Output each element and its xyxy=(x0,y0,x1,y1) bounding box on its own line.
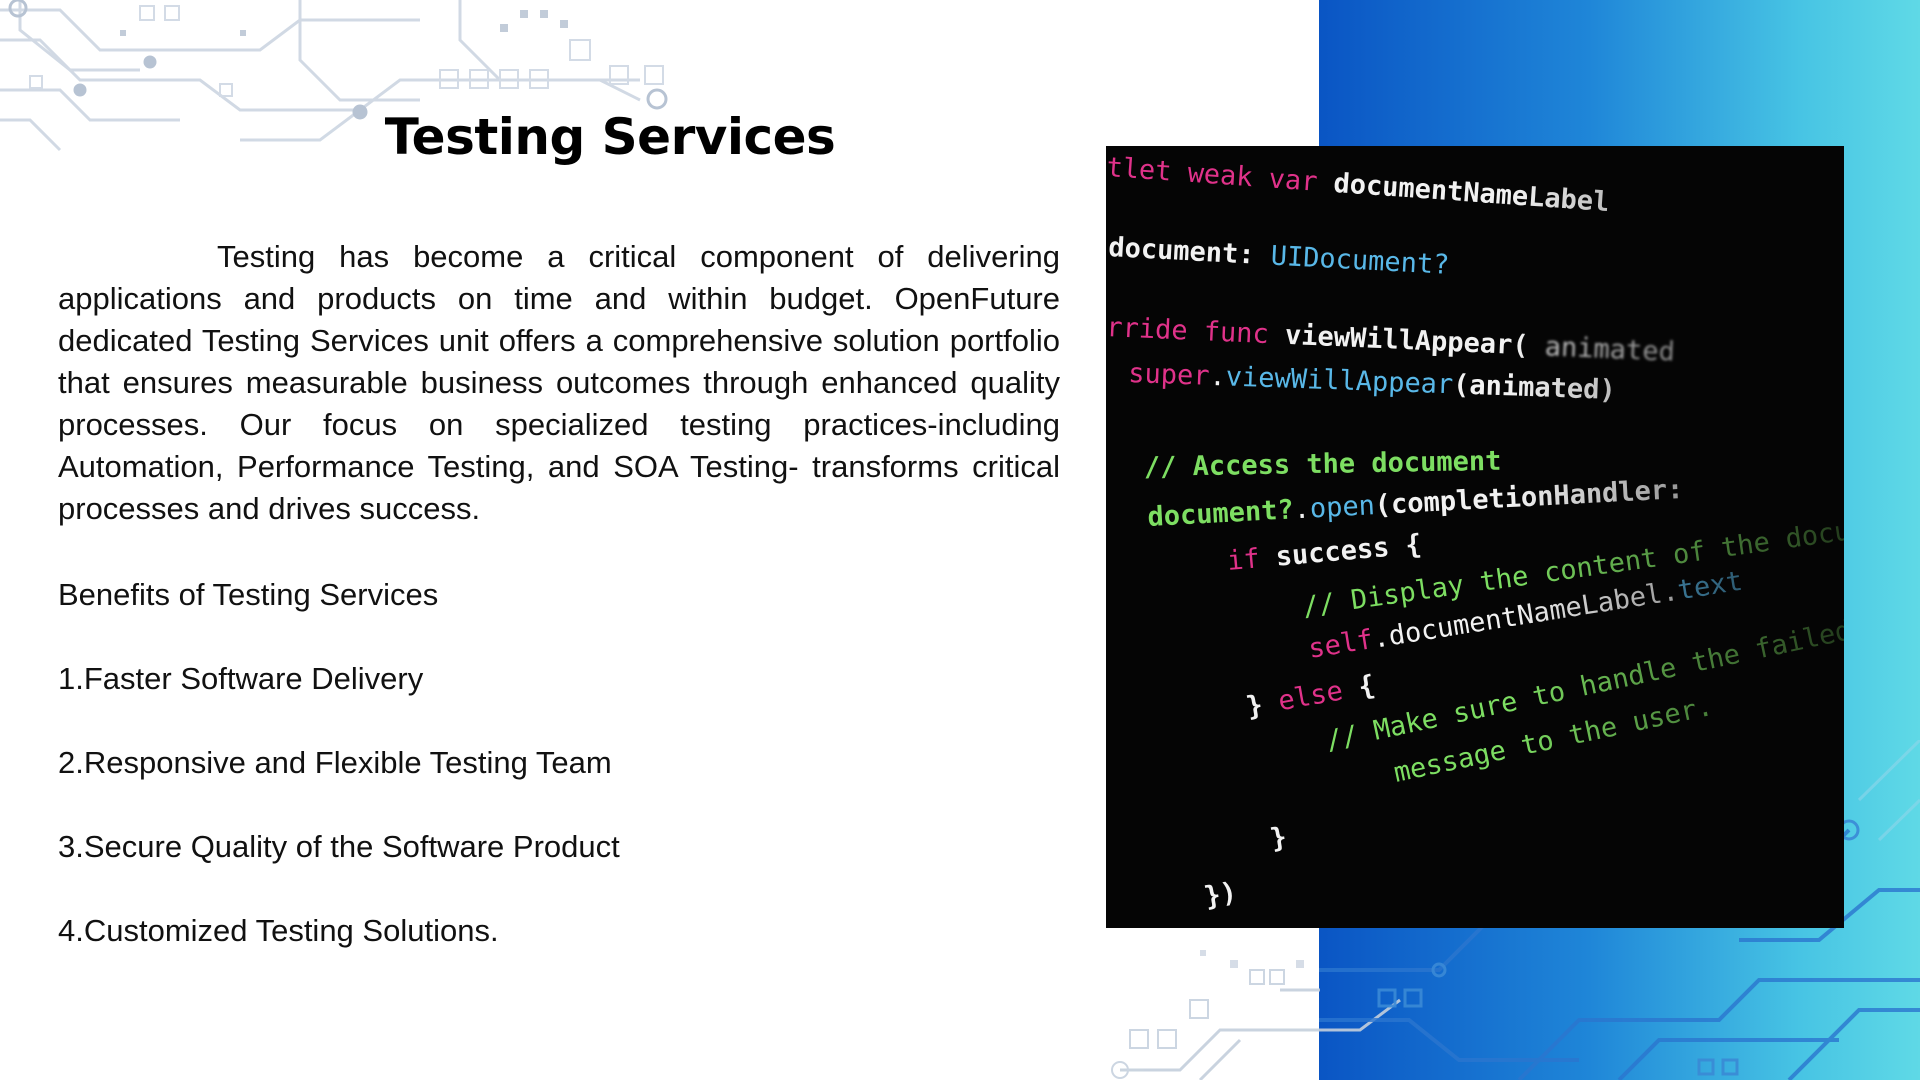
slide: Testing Services Testing has become a cr… xyxy=(0,0,1920,1080)
list-item: 3.Secure Quality of the Software Product xyxy=(58,829,620,864)
code-screenshot-image: tlet weak var documentNameLabel document… xyxy=(1106,146,1844,928)
intro-paragraph: Testing has become a critical component … xyxy=(58,239,1060,526)
list-item: 2.Responsive and Flexible Testing Team xyxy=(58,745,612,780)
benefits-list: 1.Faster Software Delivery 2.Responsive … xyxy=(58,658,958,994)
list-item: 4.Customized Testing Solutions. xyxy=(58,913,499,948)
page-title: Testing Services xyxy=(384,108,836,166)
list-item: 1.Faster Software Delivery xyxy=(58,661,424,696)
benefits-heading: Benefits of Testing Services xyxy=(58,577,439,612)
